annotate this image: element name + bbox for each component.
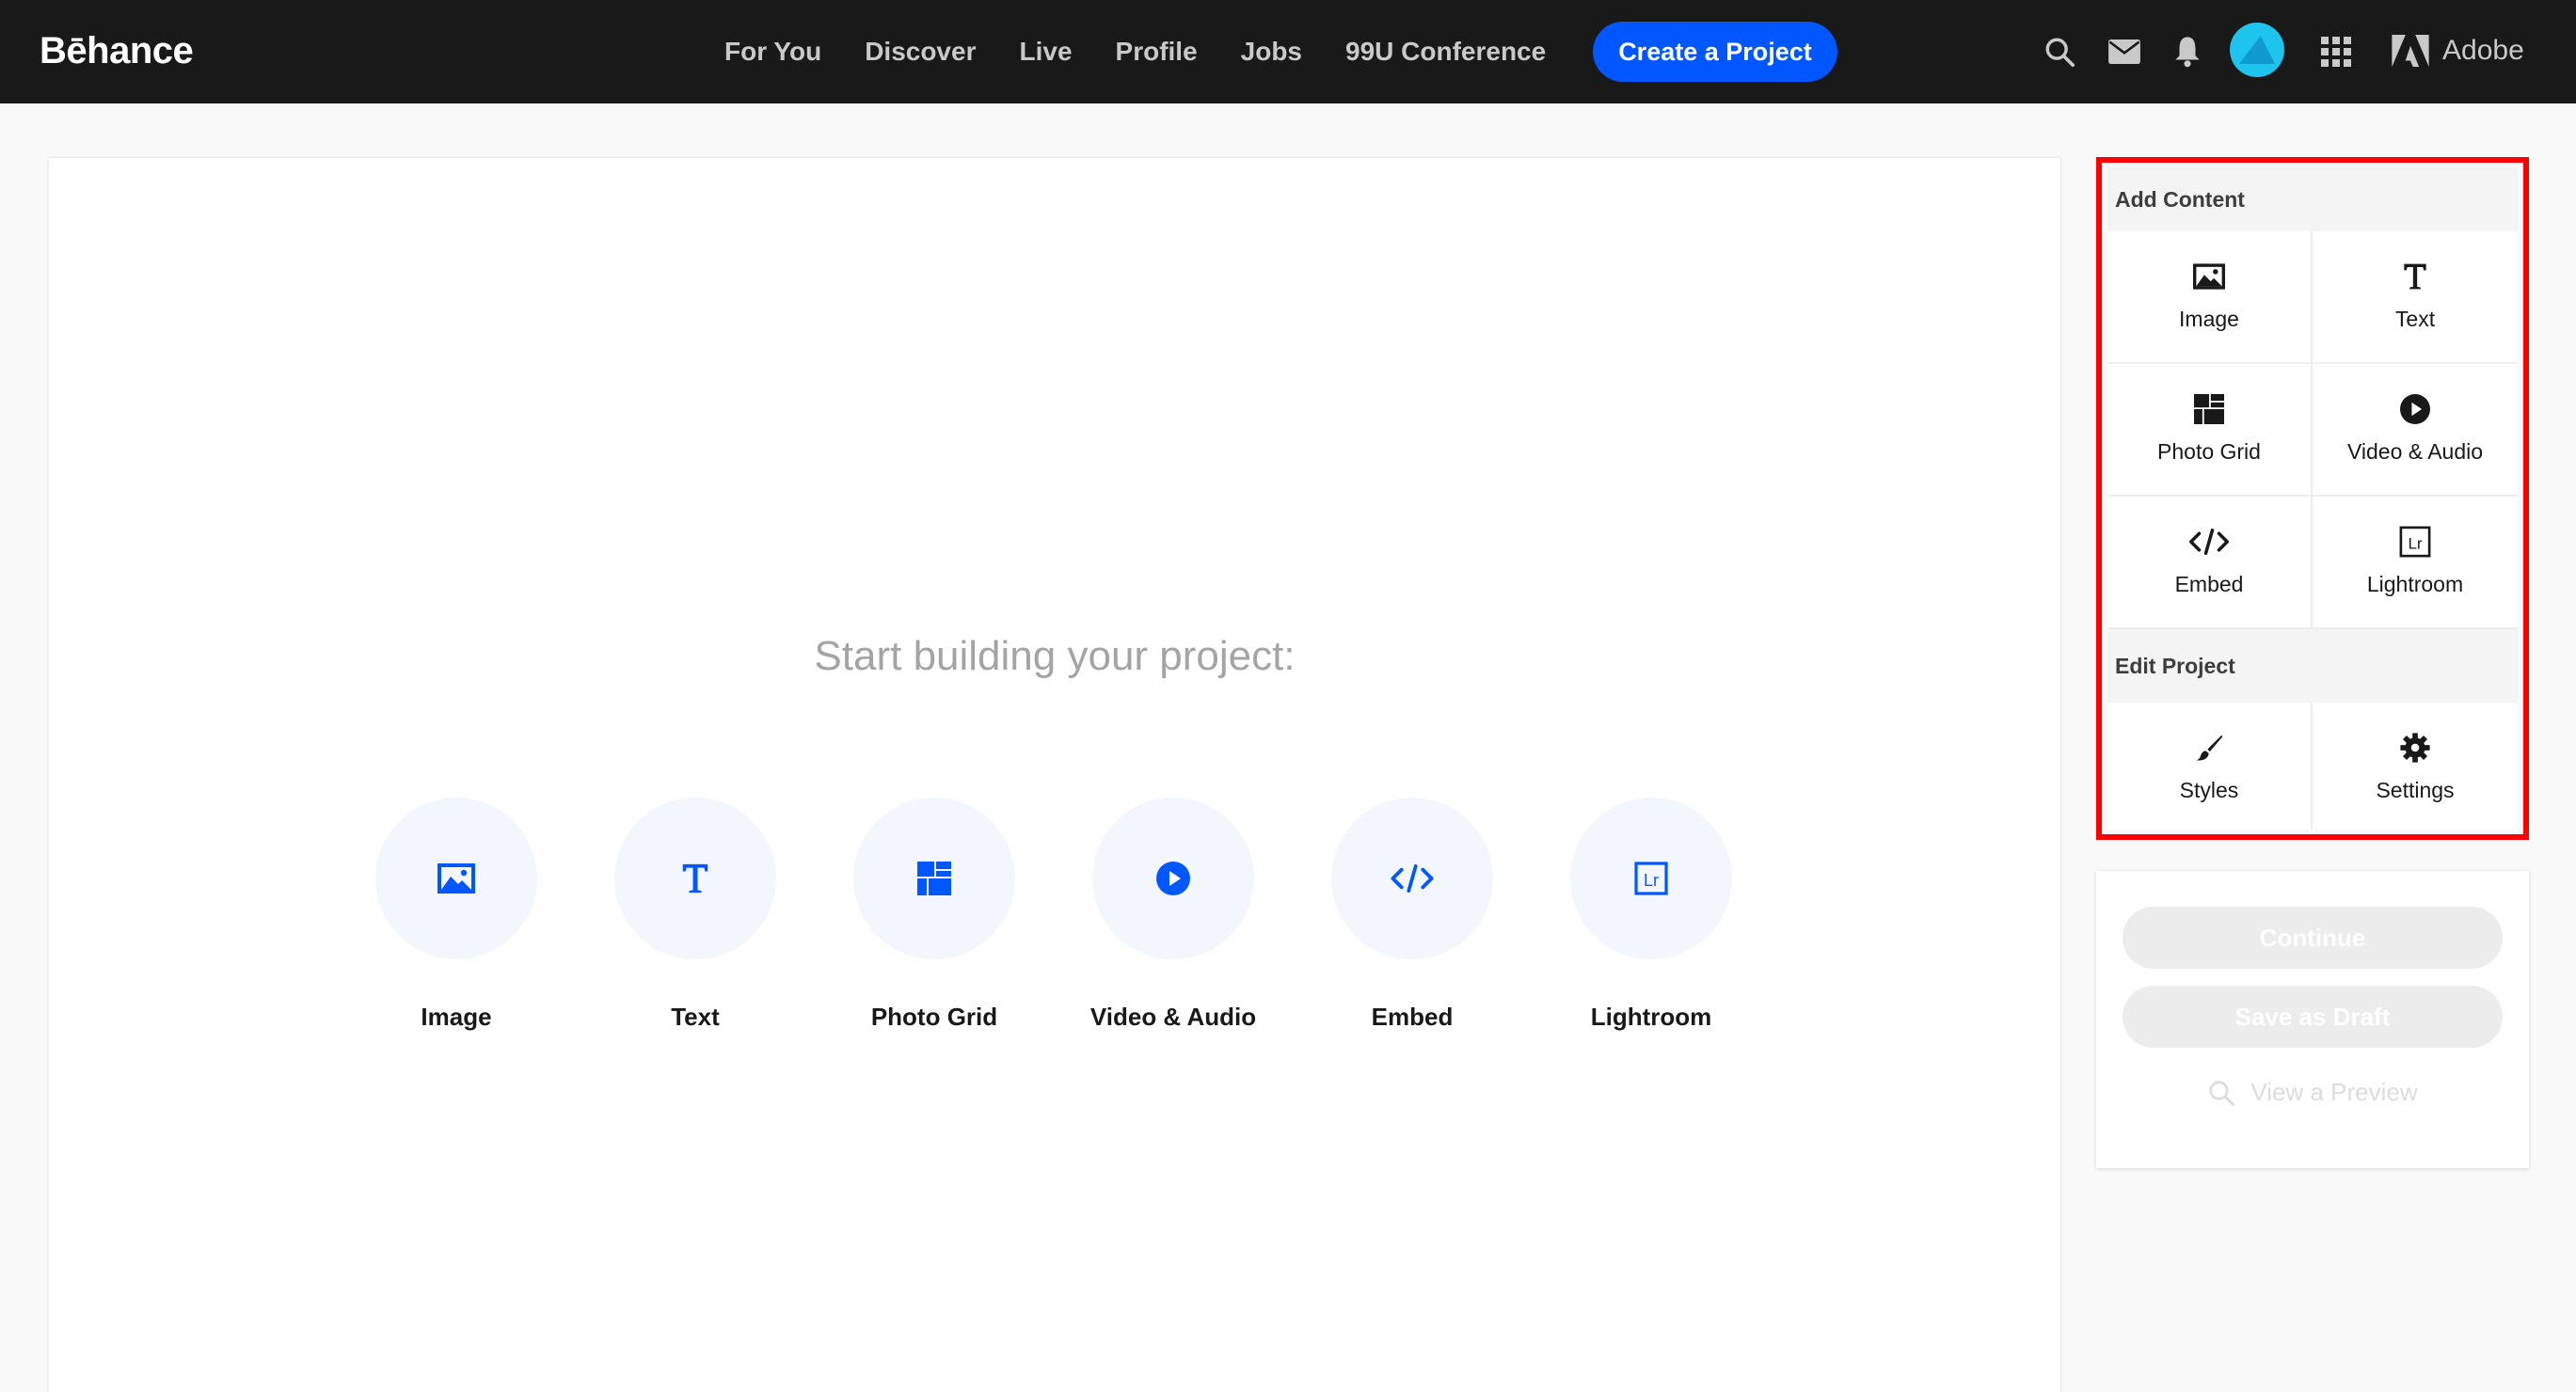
tile-label: Lightroom [2366,572,2464,596]
canvas-option-lightroom[interactable]: Lr Lightroom [1538,798,1764,1032]
canvas-option-text[interactable]: Text [582,798,808,1032]
top-navigation-bar: Bēhance For You Discover Live Profile Jo… [0,0,2576,103]
project-canvas: Start building your project: Image Text … [49,158,2060,1392]
svg-text:Lr: Lr [2408,535,2422,553]
nav-live[interactable]: Live [1019,37,1072,67]
tile-label: Embed [2174,572,2244,596]
embed-icon [2189,523,2229,561]
create-project-button[interactable]: Create a Project [1593,22,1837,82]
add-photo-grid-tile[interactable]: Photo Grid [2107,364,2313,497]
nav-99u-conference[interactable]: 99U Conference [1345,37,1546,67]
video-audio-icon [1092,798,1254,959]
photo-grid-icon [2194,390,2224,428]
nav-discover[interactable]: Discover [865,37,976,67]
photo-grid-icon [853,798,1015,959]
nav-profile[interactable]: Profile [1116,37,1198,67]
canvas-option-label: Photo Grid [870,1003,998,1031]
save-draft-button[interactable]: Save as Draft [2123,986,2503,1048]
image-icon [375,798,537,959]
nav-for-you[interactable]: For You [724,37,821,67]
add-text-tile[interactable]: Text [2313,231,2518,364]
content-panel: Add Content Image Text Photo Grid Video … [2107,167,2518,830]
lightroom-icon: Lr [2399,523,2431,561]
tile-label: Video & Audio [2346,439,2484,464]
gear-icon [2399,729,2431,767]
text-icon [614,798,776,959]
embed-icon [1331,798,1493,959]
settings-tile[interactable]: Settings [2313,703,2518,830]
canvas-option-label: Text [671,1003,720,1031]
canvas-option-label: Embed [1371,1003,1454,1031]
canvas-option-embed[interactable]: Embed [1299,798,1525,1032]
add-lightroom-tile[interactable]: Lr Lightroom [2313,497,2518,629]
apps-grid-icon[interactable] [2316,32,2356,71]
tile-label: Text [2394,307,2436,331]
behance-logo[interactable]: Bēhance [40,26,194,75]
edit-project-heading: Edit Project [2107,629,2518,703]
canvas-option-label: Image [421,1003,492,1031]
brush-icon [2195,729,2223,767]
canvas-option-image[interactable]: Image [343,798,569,1032]
add-embed-tile[interactable]: Embed [2107,497,2313,629]
tile-label: Image [2179,307,2239,331]
view-preview-link[interactable]: View a Preview [2096,1078,2529,1107]
messages-icon[interactable] [2105,32,2144,71]
canvas-option-photo-grid[interactable]: Photo Grid [821,798,1047,1032]
publish-panel: Continue Save as Draft View a Preview [2096,871,2529,1168]
nav-jobs[interactable]: Jobs [1241,37,1302,67]
adobe-link[interactable]: Adobe [2392,28,2524,73]
user-avatar[interactable] [2230,23,2284,77]
add-image-tile[interactable]: Image [2107,231,2313,364]
tile-label: Styles [2179,778,2239,802]
search-icon [2209,1080,2235,1106]
notifications-bell-icon[interactable] [2168,32,2207,71]
adobe-logo-icon [2392,35,2429,67]
canvas-option-video-audio[interactable]: Video & Audio [1060,798,1286,1032]
view-preview-label: View a Preview [2250,1078,2418,1106]
svg-text:Lr: Lr [1644,871,1659,890]
tile-label: Photo Grid [2157,439,2261,464]
add-video-audio-tile[interactable]: Video & Audio [2313,364,2518,497]
text-icon [2402,258,2428,295]
tile-label: Settings [2376,778,2455,802]
adobe-label: Adobe [2442,35,2524,66]
video-audio-icon [2400,390,2430,428]
image-icon [2193,258,2225,295]
canvas-option-label: Lightroom [1590,1003,1712,1031]
main-nav: For You Discover Live Profile Jobs 99U C… [724,0,1589,103]
styles-tile[interactable]: Styles [2107,703,2313,830]
add-content-heading: Add Content [2107,167,2518,231]
search-icon[interactable] [2040,32,2079,71]
continue-button[interactable]: Continue [2123,907,2503,969]
canvas-title: Start building your project: [814,633,1296,679]
canvas-option-label: Video & Audio [1089,1003,1257,1031]
lightroom-icon: Lr [1570,798,1732,959]
